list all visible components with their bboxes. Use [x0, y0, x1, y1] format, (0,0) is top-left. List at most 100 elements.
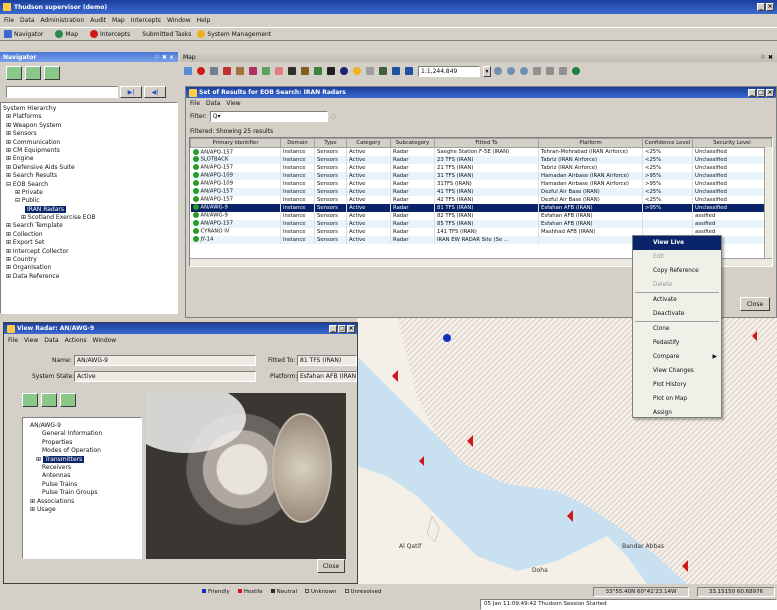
table-row[interactable]: AN/AWG-9 Instance Sensors Active Radar 81 TFS…: [190, 203, 772, 212]
map-dots-icon[interactable]: [546, 67, 554, 75]
cm-delete[interactable]: Delete: [633, 278, 721, 292]
table-row[interactable]: AN/APQ-157 Instance Sensors Active Radar 21 T…: [190, 163, 772, 172]
tree-item-data-reference[interactable]: ⊞ Data Reference: [3, 273, 175, 281]
detail-tool-1-button[interactable]: [22, 393, 38, 407]
col-confidence[interactable]: Confidence Level: [642, 138, 693, 148]
tree-item-cm-equipments[interactable]: ⊞ CM Equipments: [3, 147, 175, 155]
menu-map[interactable]: Map: [112, 17, 125, 24]
nav-refresh-button[interactable]: [44, 66, 60, 80]
map-tool-binoculars-icon[interactable]: [327, 67, 335, 75]
tree-item-engine[interactable]: ⊞ Engine: [3, 155, 175, 163]
detail-maximize-button[interactable]: □: [338, 324, 346, 333]
nav-tool-2-button[interactable]: [25, 66, 41, 80]
col-category[interactable]: Category: [346, 138, 391, 148]
tree-item-collection[interactable]: ⊞ Collection: [3, 231, 175, 239]
map-tool-point-icon[interactable]: [275, 67, 283, 75]
cm-edit[interactable]: Edit: [633, 250, 721, 264]
map-tool-draw-icon[interactable]: [236, 67, 244, 75]
detail-menu-data[interactable]: Data: [44, 337, 58, 344]
map-button[interactable]: Map: [55, 30, 84, 38]
detail-tree-general[interactable]: General Information: [26, 430, 138, 438]
detail-tree-usage[interactable]: ⊞ Usage: [26, 506, 138, 514]
map-tool-ruler-icon[interactable]: [366, 67, 374, 75]
hostile-marker[interactable]: [567, 510, 573, 522]
col-type[interactable]: Type: [314, 138, 347, 148]
scale-dropdown-button[interactable]: ▾: [483, 65, 491, 77]
tree-item-export-set[interactable]: ⊞ Export Set: [3, 239, 175, 247]
detail-menu-view[interactable]: View: [24, 337, 38, 344]
tree-item-weapon-system[interactable]: ⊞ Weapon System: [3, 122, 175, 130]
filter-clear-icon[interactable]: ○: [331, 113, 336, 120]
close-window-button[interactable]: ×: [766, 3, 774, 11]
col-fitted-to[interactable]: Fitted To: [434, 138, 539, 148]
system-management-button[interactable]: System Management: [197, 30, 277, 38]
tree-item-intercept-collector[interactable]: ⊞ Intercept Collector: [3, 248, 175, 256]
nav-tool-1-button[interactable]: [6, 66, 22, 80]
menu-data[interactable]: Data: [20, 17, 34, 24]
results-menu-data[interactable]: Data: [206, 100, 220, 107]
tree-item-search-template[interactable]: ⊞ Search Template: [3, 222, 175, 230]
minimize-button[interactable]: _: [757, 3, 765, 11]
table-row[interactable]: AN/APQ-157 Instance Sensors Active Radar Saeg…: [190, 147, 772, 156]
menu-audit[interactable]: Audit: [90, 17, 106, 24]
cm-deactivate[interactable]: Deactivate: [633, 307, 721, 321]
cm-assign[interactable]: Assign: [633, 406, 721, 420]
legend-unknown[interactable]: Unknown: [304, 589, 337, 595]
detail-tree-modes[interactable]: Modes of Operation: [26, 447, 138, 455]
tree-root[interactable]: System Hierarchy: [3, 105, 175, 113]
navigator-search-button[interactable]: ▶|: [120, 86, 142, 98]
legend-unresolved[interactable]: Unresolved: [344, 589, 381, 595]
hostile-marker[interactable]: [419, 456, 424, 466]
map-tool-close-icon[interactable]: [288, 67, 296, 75]
map-tool-pan-icon[interactable]: [379, 67, 387, 75]
cm-clone[interactable]: Clone: [633, 322, 721, 336]
map-tool-grid-icon[interactable]: [184, 67, 192, 75]
legend-neutral[interactable]: Neutral: [270, 589, 297, 595]
col-subcategory[interactable]: Subcategory: [390, 138, 435, 148]
cm-copy-reference[interactable]: Copy Reference: [633, 264, 721, 278]
menu-intercepts[interactable]: Intercepts: [131, 17, 161, 24]
detail-tree-associations[interactable]: ⊞ Associations: [26, 498, 138, 506]
friendly-marker[interactable]: [443, 334, 451, 342]
navigator-clear-button[interactable]: ◀|: [144, 86, 166, 98]
results-close-button-bottom[interactable]: Close: [740, 297, 770, 311]
results-minimize-button[interactable]: _: [748, 88, 756, 97]
detail-menu-window[interactable]: Window: [93, 337, 117, 344]
detail-close-button[interactable]: ×: [347, 324, 355, 333]
tree-item-platforms[interactable]: ⊞ Platforms: [3, 113, 175, 121]
detail-tree-antennas[interactable]: Antennas: [26, 472, 138, 480]
zoom-in-icon[interactable]: [494, 67, 502, 75]
menu-window[interactable]: Window: [167, 17, 191, 24]
zoom-search-icon[interactable]: [507, 67, 515, 75]
tree-item-country[interactable]: ⊞ Country: [3, 256, 175, 264]
system-state-field[interactable]: Active: [74, 371, 256, 382]
name-field[interactable]: AN/AWG-9: [74, 355, 256, 366]
map-tool-select-icon[interactable]: [210, 67, 218, 75]
menu-file[interactable]: File: [4, 17, 14, 24]
map-tool-stop-icon[interactable]: [197, 67, 205, 75]
detail-tree-root[interactable]: AN/AWG-9: [26, 422, 138, 430]
table-row[interactable]: AN/APQ-157 Instance Sensors Active Radar 41 T…: [190, 187, 772, 196]
results-maximize-button[interactable]: □: [757, 88, 765, 97]
menu-help[interactable]: Help: [197, 17, 211, 24]
fitted-to-field[interactable]: 81 TFS (IRAN): [297, 355, 357, 366]
results-close-button[interactable]: ×: [766, 88, 774, 97]
table-row[interactable]: AN/APQ-109 Instance Sensors Active Radar 31TF…: [190, 179, 772, 188]
map-grid-icon[interactable]: [533, 67, 541, 75]
arrow-right-icon[interactable]: [405, 67, 413, 75]
map-frame-icon[interactable]: [559, 67, 567, 75]
map-tool-area-icon[interactable]: [249, 67, 257, 75]
legend-friendly[interactable]: Friendly: [202, 589, 230, 595]
cm-plot-history[interactable]: Plot History: [633, 378, 721, 392]
map-scale-select[interactable]: 1:1,244,849: [418, 65, 480, 77]
tree-item-scotland-exercise[interactable]: ⊞ Scotland Exercise EOB: [3, 214, 175, 222]
tree-item-organisation[interactable]: ⊞ Organisation: [3, 264, 175, 272]
tree-item-sensors[interactable]: ⊞ Sensors: [3, 130, 175, 138]
detail-menu-actions[interactable]: Actions: [65, 337, 87, 344]
table-row[interactable]: AN/APQ-157 Instance Sensors Active Radar 85 T…: [190, 219, 772, 228]
detail-minimize-button[interactable]: _: [329, 324, 337, 333]
detail-tree-pulse-train-groups[interactable]: Pulse Train Groups: [26, 489, 138, 497]
navigator-button[interactable]: Navigator: [4, 30, 49, 38]
tree-item-communication[interactable]: ⊞ Communication: [3, 139, 175, 147]
zoom-out-icon[interactable]: [520, 67, 528, 75]
